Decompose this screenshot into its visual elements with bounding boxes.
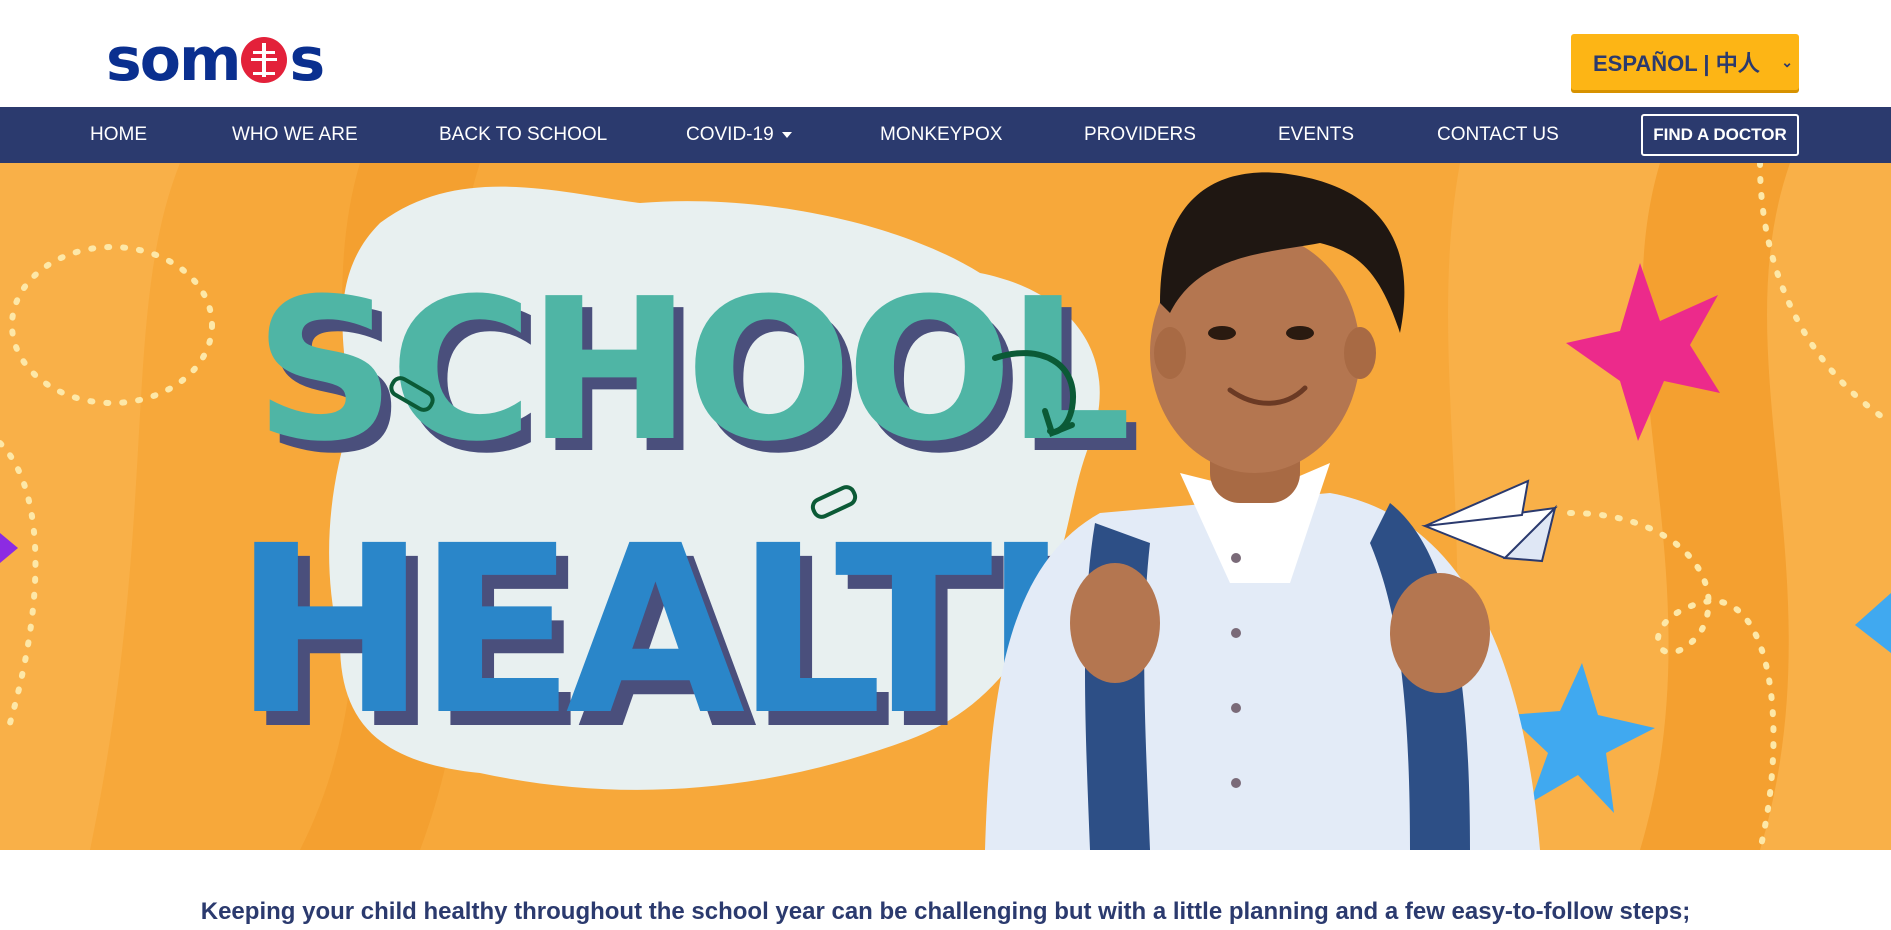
bg-wave [1640, 163, 1790, 850]
nav-item-covid-19-label: COVID-19 [686, 124, 774, 145]
intro-text: Keeping your child healthy throughout th… [200, 898, 1691, 925]
somos-logo[interactable]: som s [106, 24, 346, 95]
find-a-doctor-button[interactable]: FIND A DOCTOR [1641, 114, 1799, 156]
nav-item-back-to-school[interactable]: BACK TO SCHOOL [439, 107, 607, 163]
site-header: som s ESPAÑOL | 中人 ⌄ [0, 0, 1891, 107]
nav-item-covid-19[interactable]: COVID-19 [686, 107, 792, 163]
caret-down-icon [781, 131, 792, 138]
main-nav: HOME WHO WE ARE BACK TO SCHOOL COVID-19 … [0, 107, 1891, 163]
hero-title-line1: SCHOOL [254, 257, 1126, 485]
language-selector[interactable]: ESPAÑOL | 中人 ⌄ [1571, 34, 1799, 90]
logo-emblem-icon [241, 37, 288, 84]
hero-banner: SCHOOL SCHOOL HEALTH HEALTH [0, 163, 1891, 850]
chevron-down-icon: ⌄ [1781, 54, 1793, 70]
nav-item-home[interactable]: HOME [90, 107, 147, 163]
nav-item-events[interactable]: EVENTS [1278, 107, 1354, 163]
bg-wave [0, 163, 180, 850]
nav-item-providers[interactable]: PROVIDERS [1084, 107, 1196, 163]
language-selector-label: ESPAÑOL | 中人 [1593, 51, 1760, 76]
nav-item-contact-us[interactable]: CONTACT US [1437, 107, 1559, 163]
nav-item-who-we-are[interactable]: WHO WE ARE [232, 107, 358, 163]
logo-wordmark: som s [106, 24, 325, 95]
hero-artwork: SCHOOL SCHOOL HEALTH HEALTH [0, 163, 1891, 850]
nav-item-monkeypox[interactable]: MONKEYPOX [880, 107, 1002, 163]
